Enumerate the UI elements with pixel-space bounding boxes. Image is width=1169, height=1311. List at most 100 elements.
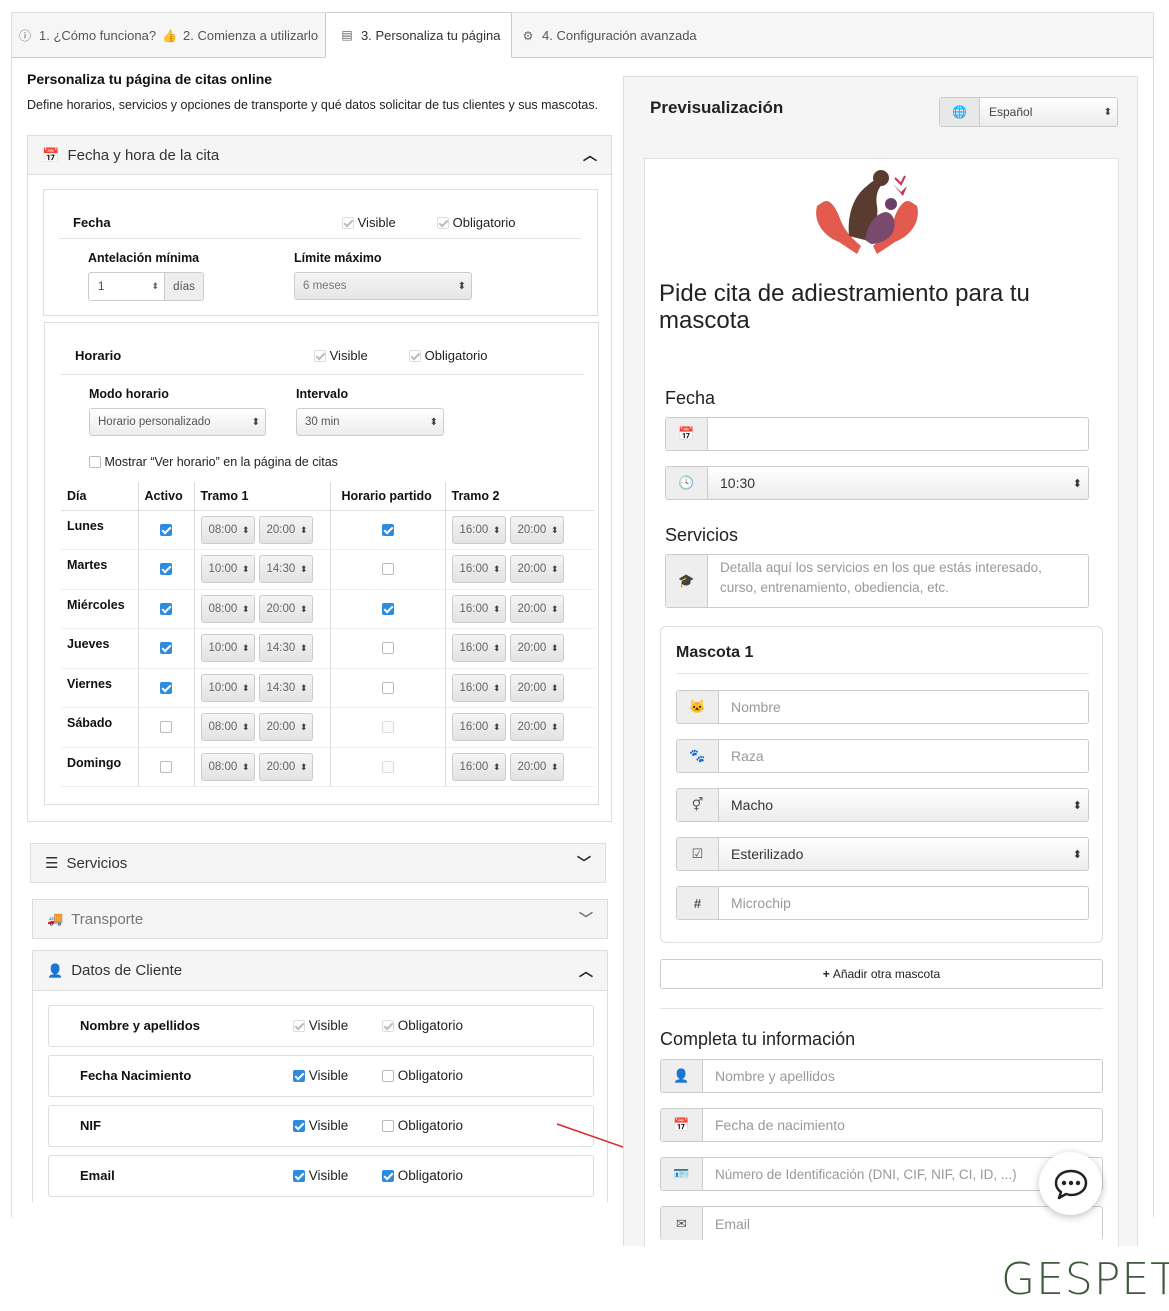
servicios-textarea[interactable]: Detalla aquí los servicios en los que es…: [708, 555, 1088, 607]
client-visible-checkbox[interactable]: Visible: [293, 1118, 348, 1133]
intervalo-select[interactable]: 30 min: [296, 408, 444, 436]
chevron-up-icon[interactable]: ︿: [583, 145, 597, 165]
servicios-panel[interactable]: ☰ Servicios ﹀: [30, 843, 606, 883]
tramo2-end-select[interactable]: 20:00: [509, 594, 564, 623]
tramo2-end-select[interactable]: 20:00: [509, 555, 564, 584]
client-name-input[interactable]: Nombre y apellidos: [703, 1060, 1102, 1092]
language-select[interactable]: Español ⬍: [980, 98, 1117, 126]
pet-name-input[interactable]: Nombre: [719, 691, 1088, 723]
ver-horario-checkbox[interactable]: Mostrar “Ver horario” en la página de ci…: [89, 455, 338, 469]
split-checkbox[interactable]: [381, 760, 394, 773]
client-obligatorio-checkbox[interactable]: Obligatorio: [382, 1068, 463, 1083]
pet-breed-field[interactable]: 🐾 Raza: [676, 739, 1089, 773]
tramo1-start-select[interactable]: 10:00: [200, 555, 255, 584]
pet-breed-input[interactable]: Raza: [719, 740, 1088, 772]
tramo1-start-select[interactable]: 08:00: [200, 594, 255, 623]
chevron-down-icon[interactable]: ﹀: [577, 853, 591, 873]
pet-sex-field[interactable]: ⚥ Macho: [676, 788, 1089, 822]
split-checkbox[interactable]: [381, 602, 394, 615]
split-checkbox[interactable]: [381, 523, 394, 536]
fecha-visible-checkbox[interactable]: Visible: [342, 215, 396, 230]
client-birthdate-input[interactable]: Fecha de nacimiento: [703, 1109, 1102, 1141]
tramo2-start-select[interactable]: 16:00: [451, 594, 506, 623]
tramo1-start-select[interactable]: 08:00: [200, 713, 255, 742]
client-visible-checkbox[interactable]: Visible: [293, 1068, 348, 1083]
day-active-checkbox[interactable]: [160, 642, 172, 655]
preview-time-field[interactable]: 🕓 10:30: [665, 466, 1089, 500]
add-pet-button[interactable]: + Añadir otra mascota: [660, 959, 1103, 989]
client-id-field[interactable]: 🪪 Número de Identificación (DNI, CIF, NI…: [660, 1157, 1103, 1191]
pet-microchip-input[interactable]: Microchip: [719, 887, 1088, 919]
day-active-checkbox[interactable]: [160, 523, 172, 536]
clock-icon: 🕓: [666, 467, 708, 499]
tramo1-start-select[interactable]: 10:00: [200, 673, 255, 702]
tramo2-start-select[interactable]: 16:00: [451, 713, 506, 742]
client-visible-checkbox[interactable]: Visible: [293, 1168, 348, 1183]
client-name-field[interactable]: 👤 Nombre y apellidos: [660, 1059, 1103, 1093]
tramo2-start-select[interactable]: 16:00: [451, 673, 506, 702]
chevron-down-icon[interactable]: ﹀: [579, 909, 593, 929]
client-email-field[interactable]: ✉ Email: [660, 1206, 1103, 1240]
preview-servicios-field[interactable]: 🎓 Detalla aquí los servicios en los que …: [665, 554, 1089, 608]
tramo2-end-select[interactable]: 20:00: [509, 634, 564, 663]
time-select[interactable]: 10:30: [708, 467, 1088, 499]
pet-name-field[interactable]: 🐱 Nombre: [676, 690, 1089, 724]
transporte-panel-header[interactable]: 🚚 Transporte ﹀: [33, 900, 607, 938]
day-active-checkbox[interactable]: [160, 681, 172, 694]
day-active-checkbox[interactable]: [160, 760, 172, 773]
limite-select[interactable]: 6 meses: [294, 272, 472, 300]
split-checkbox[interactable]: [381, 563, 394, 576]
tramo1-end-select[interactable]: 20:00: [258, 713, 313, 742]
servicios-panel-header[interactable]: ☰ Servicios ﹀: [31, 844, 605, 882]
preview-date-field[interactable]: 📅: [665, 417, 1089, 451]
transporte-panel[interactable]: 🚚 Transporte ﹀: [32, 899, 608, 939]
pet-sex-select[interactable]: Macho: [719, 789, 1088, 821]
day-active-checkbox[interactable]: [160, 563, 172, 576]
client-email-input[interactable]: Email: [703, 1207, 1102, 1240]
col-tramo1: Tramo 1: [194, 482, 331, 511]
client-obligatorio-checkbox[interactable]: Obligatorio: [382, 1018, 463, 1033]
client-obligatorio-checkbox[interactable]: Obligatorio: [382, 1118, 463, 1133]
split-checkbox[interactable]: [381, 721, 394, 734]
pet-microchip-field[interactable]: # Microchip: [676, 886, 1089, 920]
tramo2-start-select[interactable]: 16:00: [451, 752, 506, 781]
fecha-obligatorio-checkbox[interactable]: Obligatorio: [437, 215, 516, 230]
tramo2-start-select[interactable]: 16:00: [451, 634, 506, 663]
day-active-checkbox[interactable]: [160, 721, 172, 734]
pet-sterilized-field[interactable]: ☑ Esterilizado: [676, 837, 1089, 871]
day-active-checkbox[interactable]: [160, 602, 172, 615]
tramo2-end-select[interactable]: 20:00: [509, 713, 564, 742]
client-obligatorio-checkbox[interactable]: Obligatorio: [382, 1168, 463, 1183]
horario-visible-checkbox[interactable]: Visible: [314, 348, 368, 363]
tramo1-start-select[interactable]: 08:00: [200, 752, 255, 781]
tramo2-end-select[interactable]: 20:00: [509, 673, 564, 702]
client-birthdate-field[interactable]: 📅 Fecha de nacimiento: [660, 1108, 1103, 1142]
chevron-up-icon[interactable]: ︿: [579, 961, 593, 981]
tramo1-end-select[interactable]: 14:30: [258, 555, 313, 584]
modo-horario-select[interactable]: Horario personalizado: [89, 408, 266, 436]
pet-sterilized-select[interactable]: Esterilizado: [719, 838, 1088, 870]
tramo1-end-select[interactable]: 14:30: [258, 634, 313, 663]
split-checkbox[interactable]: [381, 642, 394, 655]
antelacion-input[interactable]: 1 ⬍: [89, 273, 164, 300]
spinner-icon[interactable]: ⬍: [151, 281, 159, 292]
tramo1-end-select[interactable]: 20:00: [258, 752, 313, 781]
client-field-row: Nombre y apellidos Visible Obligatorio: [48, 1005, 594, 1047]
tramo1-end-select[interactable]: 20:00: [258, 594, 313, 623]
horario-obligatorio-checkbox[interactable]: Obligatorio: [409, 348, 488, 363]
tramo1-end-select[interactable]: 14:30: [258, 673, 313, 702]
tramo1-start-select[interactable]: 10:00: [200, 634, 255, 663]
fecha-hora-panel-header[interactable]: 📅 Fecha y hora de la cita ︿: [28, 136, 611, 175]
chat-button[interactable]: [1039, 1152, 1102, 1215]
tramo2-end-select[interactable]: 20:00: [509, 515, 564, 544]
split-checkbox[interactable]: [381, 681, 394, 694]
date-input[interactable]: [708, 418, 1088, 450]
tramo1-end-select[interactable]: 20:00: [258, 515, 313, 544]
client-visible-checkbox[interactable]: Visible: [293, 1018, 348, 1033]
preview-title: Previsualización: [650, 98, 784, 117]
tramo1-start-select[interactable]: 08:00: [200, 515, 255, 544]
tramo2-start-select[interactable]: 16:00: [451, 515, 506, 544]
datos-cliente-panel-header[interactable]: 👤 Datos de Cliente ︿: [33, 951, 607, 991]
tramo2-end-select[interactable]: 20:00: [509, 752, 564, 781]
tramo2-start-select[interactable]: 16:00: [451, 555, 506, 584]
